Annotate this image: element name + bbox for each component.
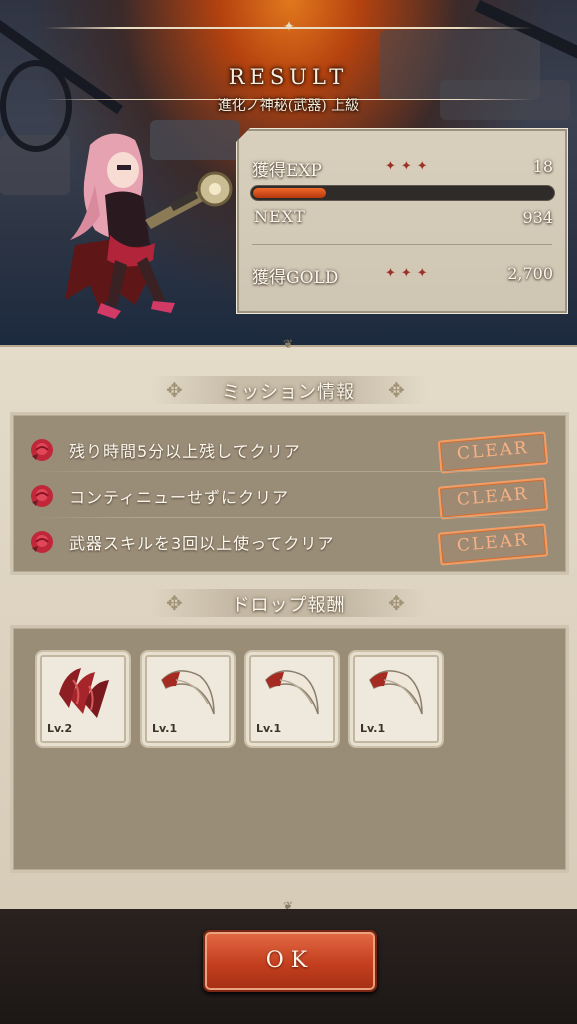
item-level: Lv.1 [360, 722, 386, 735]
rose-icon [31, 439, 53, 461]
quest-name: 進化ノ神秘(武器) 上級 [217, 98, 360, 114]
clear-label: CLEAR [456, 529, 530, 557]
exp-value: 18 [532, 157, 553, 176]
ok-button[interactable]: OK [203, 930, 377, 992]
header-ornament-icon: ✦ [283, 19, 295, 35]
mission-list: 残り時間5分以上残してクリア CLEAR コンティニューせずにクリア CLEAR… [13, 415, 566, 572]
character-sprite [65, 133, 233, 319]
exp-diamonds-icon: ✦✦✦ [385, 159, 433, 174]
fang-icon [369, 670, 423, 715]
next-label: NEXT [254, 207, 306, 226]
mission-item: 武器スキルを3回以上使ってクリア CLEAR [14, 518, 565, 566]
drop-section-title: ドロップ報酬 [231, 595, 346, 616]
fang-icon [265, 670, 319, 715]
clear-stamp: CLEAR [437, 477, 549, 520]
drop-item[interactable]: Lv.1 [348, 650, 444, 748]
drop-reward-list: Lv.2 Lv.1 Lv.1 Lv.1 [13, 628, 566, 870]
result-header: ✦ RESULT 進化ノ神秘(武器) 上級 [45, 19, 532, 114]
clear-stamp: CLEAR [437, 431, 549, 474]
clear-stamp: CLEAR [437, 523, 549, 566]
stats-panel: 獲得EXP ✦✦✦ 18 NEXT 934 獲得GOLD ✦✦✦ 2,700 [236, 128, 568, 314]
drop-item[interactable]: Lv.2 [35, 650, 131, 748]
top-ornament-icon: ❦ [282, 337, 294, 351]
mission-item: コンティニューせずにクリア CLEAR [14, 472, 565, 520]
stats-divider [252, 244, 552, 245]
clear-label: CLEAR [456, 483, 530, 511]
gold-label: 獲得GOLD [252, 268, 339, 288]
item-level: Lv.2 [47, 722, 73, 735]
mission-text: コンティニューせずにクリア [69, 488, 290, 507]
exp-progress-fill [253, 188, 326, 198]
drop-item[interactable]: Lv.1 [140, 650, 236, 748]
next-exp-value: 934 [522, 208, 553, 227]
exp-progress-bar [250, 185, 555, 201]
item-level: Lv.1 [152, 722, 178, 735]
drop-item[interactable]: Lv.1 [244, 650, 340, 748]
gold-diamonds-icon: ✦✦✦ [385, 266, 433, 281]
ok-button-label: OK [265, 948, 315, 973]
result-title: RESULT [228, 65, 349, 89]
rose-icon [31, 531, 53, 553]
item-level: Lv.1 [256, 722, 282, 735]
mission-item: 残り時間5分以上残してクリア CLEAR [14, 426, 565, 474]
mission-text: 残り時間5分以上残してクリア [69, 442, 301, 461]
fang-icon [161, 670, 215, 715]
gold-value: 2,700 [507, 264, 553, 283]
exp-label: 獲得EXP [252, 161, 322, 181]
red-scales-icon [59, 668, 109, 718]
rose-icon [31, 485, 53, 507]
mission-section-title: ミッション情報 [222, 382, 355, 403]
mission-text: 武器スキルを3回以上使ってクリア [69, 534, 335, 553]
clear-label: CLEAR [456, 437, 530, 465]
header-bottom-line [45, 99, 532, 100]
